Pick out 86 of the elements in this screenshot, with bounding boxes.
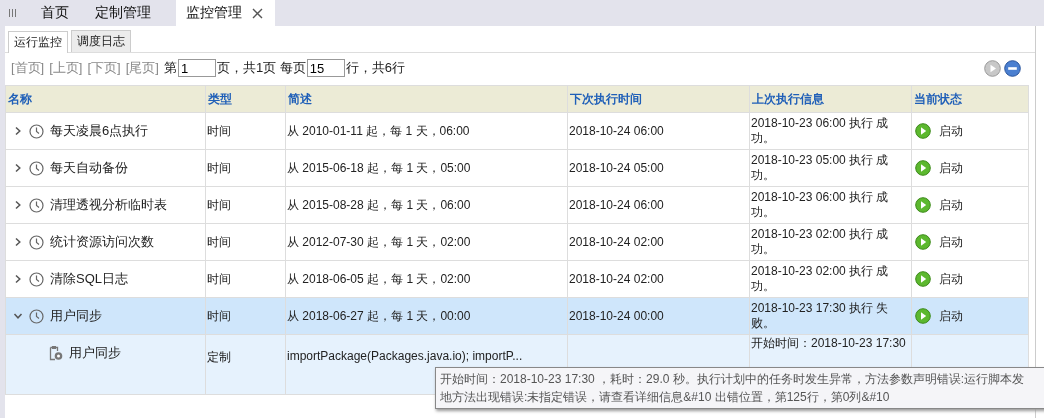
table-cell: 时间: [207, 197, 231, 212]
document-icon: [49, 345, 63, 361]
table-cell: 时间: [207, 271, 231, 286]
column-header[interactable]: 类型: [208, 91, 232, 106]
table-row[interactable]: 清除SQL日志 时间 从 2018-06-05 起，每 1 天，02:00 2018-10-24 02:00 2018-10-23 02:00 执行 成功。 启动: [5, 260, 1029, 298]
column-header[interactable]: 简述: [288, 91, 312, 106]
task-name: 统计资源访问次数: [50, 233, 154, 251]
pager-link[interactable]: [上页]: [49, 59, 83, 77]
table-cell: 2018-10-24 00:00: [569, 309, 664, 323]
table-cell: 时间: [207, 160, 231, 175]
table-cell: importPackage(Packages.java.io); importP...: [287, 349, 523, 363]
pager-link[interactable]: [首页]: [11, 59, 45, 77]
clock-icon: [29, 123, 44, 139]
play-icon: [915, 234, 931, 250]
table-cell: 时间: [207, 123, 231, 138]
main-tab[interactable]: 定制管理: [82, 0, 164, 26]
minus-icon[interactable]: [1004, 59, 1021, 77]
close-icon[interactable]: [252, 7, 263, 19]
clock-icon: [29, 308, 44, 324]
task-name: 每天凌晨6点执行: [50, 122, 149, 140]
task-name: 用户同步: [50, 307, 102, 325]
table-cell: 2018-10-23 06:00 执行 成功。: [751, 116, 889, 145]
table-cell: 从 2018-06-27 起，每 1 天，00:00: [287, 308, 471, 323]
page-input[interactable]: 1: [177, 59, 216, 77]
clock-icon: [29, 271, 44, 287]
pager-link[interactable]: [下页]: [87, 59, 121, 77]
play-icon: [915, 197, 931, 213]
table-cell: 2018-10-23 05:00 执行 成功。: [751, 153, 889, 182]
table-cell: 2018-10-24 02:00: [569, 235, 664, 249]
table-row[interactable]: 用户同步 时间 从 2018-06-27 起，每 1 天，00:00 2018-10-24 00:00 2018-10-23 17:30 执行 失败。 启动: [5, 297, 1029, 335]
table-row[interactable]: 每天凌晨6点执行 时间 从 2010-01-11 起，每 1 天，06:00 2018-10-24 06:00 2018-10-23 06:00 执行 成功。 启动: [5, 112, 1029, 150]
chevron-icon[interactable]: [13, 200, 23, 210]
table-cell: 时间: [207, 308, 231, 323]
table-cell: 从 2015-08-28 起，每 1 天，06:00: [287, 197, 471, 212]
tooltip-text: 开始时间：2018-10-23 17:30 ，耗时：29.0 秒。执行计划中的任务时发生异常，方法参数声明错误:运行脚本发: [440, 371, 1026, 388]
chevron-icon[interactable]: [13, 163, 23, 173]
table-cell: 2018-10-24 05:00: [569, 161, 664, 175]
table-cell: 开始时间：2018-10-23 17:30: [751, 336, 906, 350]
chevron-icon[interactable]: [13, 237, 23, 247]
chevron-icon[interactable]: [13, 126, 23, 136]
status-label: 启动: [939, 196, 963, 214]
table-cell: 从 2018-06-05 起，每 1 天，02:00: [287, 271, 471, 286]
table-cell: 2018-10-23 17:30 执行 失败。: [751, 301, 889, 330]
table-cell: 定制: [207, 350, 231, 364]
sub-tab[interactable]: 调度日志: [71, 30, 131, 52]
table-cell: 2018-10-23 02:00 执行 成功。: [751, 227, 889, 256]
play-icon: [915, 308, 931, 324]
status-label: 启动: [939, 122, 963, 140]
task-name: 用户同步: [69, 344, 121, 362]
table-row[interactable]: 清理透视分析临时表 时间 从 2015-08-28 起，每 1 天，06:00 2018-10-24 06:00 2018-10-23 06:00 执行 成功。 启动: [5, 186, 1029, 224]
status-label: 启动: [939, 159, 963, 177]
play-icon: [915, 160, 931, 176]
table-cell: 从 2015-06-18 起，每 1 天，05:00: [287, 160, 471, 175]
table-cell: 2018-10-24 06:00: [569, 124, 664, 138]
page-size-input[interactable]: 15: [306, 59, 345, 77]
clock-icon: [29, 197, 44, 213]
column-header[interactable]: 名称: [8, 91, 32, 106]
play-icon: [915, 123, 931, 139]
status-label: 启动: [939, 270, 963, 288]
table-cell: 2018-10-24 06:00: [569, 198, 664, 212]
clock-icon: [29, 234, 44, 250]
chevron-icon[interactable]: [13, 274, 23, 284]
chevron-icon[interactable]: [13, 311, 23, 321]
table-cell: 时间: [207, 234, 231, 249]
task-name: 清除SQL日志: [50, 270, 128, 288]
status-label: 启动: [939, 233, 963, 251]
table-cell: 从 2012-07-30 起，每 1 天，02:00: [287, 234, 471, 249]
table-cell: 2018-10-23 06:00 执行 成功。: [751, 190, 889, 219]
table-cell: 2018-10-24 02:00: [569, 272, 664, 286]
pager-label: 第: [163, 59, 177, 77]
status-label: 启动: [939, 307, 963, 325]
play-icon: [915, 271, 931, 287]
pager-label: 页，共1页 每页: [216, 59, 306, 77]
table-row[interactable]: 统计资源访问次数 时间 从 2012-07-30 起，每 1 天，02:00 2018-10-24 02:00 2018-10-23 02:00 执行 成功。 启动: [5, 223, 1029, 261]
task-name: 清理透视分析临时表: [50, 196, 167, 214]
main-tab[interactable]: 监控管理: [176, 0, 275, 26]
main-tab[interactable]: 首页: [28, 0, 82, 26]
table-cell: 从 2010-01-11 起，每 1 天，06:00: [287, 123, 470, 138]
sub-tab[interactable]: 运行监控: [8, 31, 68, 53]
table-cell: 2018-10-23 02:00 执行 成功。: [751, 264, 889, 293]
pager-link[interactable]: [尾页]: [125, 59, 159, 77]
task-name: 每天自动备份: [50, 159, 128, 177]
pager-summary: 行，共6行: [345, 59, 405, 77]
clock-icon: [29, 160, 44, 176]
grip-icon: [9, 9, 16, 17]
table-row[interactable]: 每天自动备份 时间 从 2015-06-18 起，每 1 天，05:00 2018-10-24 05:00 2018-10-23 05:00 执行 成功。 启动: [5, 149, 1029, 187]
